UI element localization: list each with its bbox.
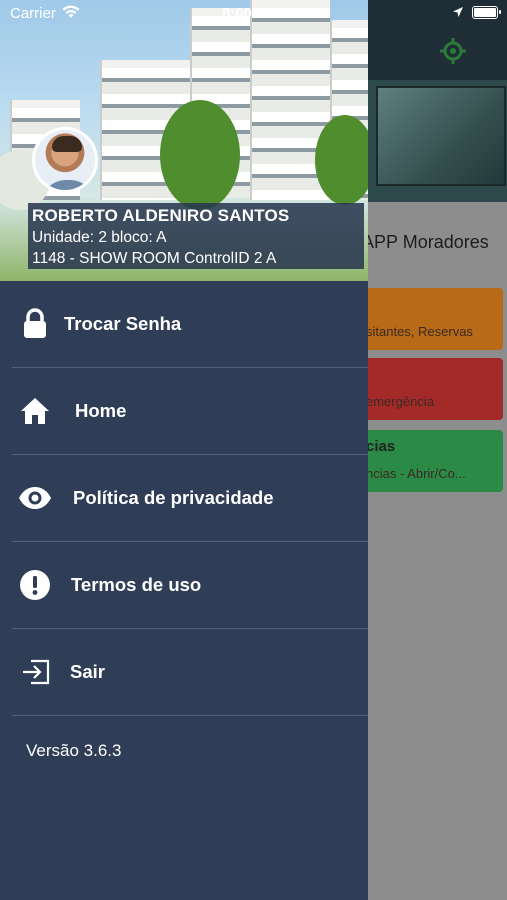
app-version: Versão 3.6.3 bbox=[26, 741, 122, 760]
menu-item-logout[interactable]: Sair bbox=[12, 629, 368, 716]
user-info: ROBERTO ALDENIRO SANTOS Unidade: 2 bloco… bbox=[28, 203, 364, 269]
emergency-card[interactable]: emergência bbox=[362, 358, 503, 420]
sign-out-icon bbox=[23, 659, 50, 685]
card-title: cias bbox=[366, 438, 396, 455]
card-subtitle: sitantes, Reservas bbox=[366, 324, 473, 339]
home-icon bbox=[21, 398, 49, 424]
menu-label: Home bbox=[75, 400, 127, 421]
drawer-header: ROBERTO ALDENIRO SANTOS Unidade: 2 bloco… bbox=[0, 0, 368, 281]
carrier-label: Carrier bbox=[10, 5, 56, 22]
drawer-menu: Trocar Senha Home Política de privacidad… bbox=[0, 281, 368, 716]
menu-item-home[interactable]: Home bbox=[12, 368, 368, 455]
side-drawer: ROBERTO ALDENIRO SANTOS Unidade: 2 bloco… bbox=[0, 0, 368, 900]
eye-icon bbox=[19, 487, 51, 509]
card-subtitle: ncias - Abrir/Co... bbox=[366, 466, 466, 481]
avatar bbox=[32, 127, 98, 193]
card-subtitle: emergência bbox=[366, 394, 434, 409]
app-banner-image bbox=[368, 80, 507, 202]
menu-label: Termos de uso bbox=[71, 574, 202, 595]
menu-item-terms-of-use[interactable]: Termos de uso bbox=[12, 542, 368, 629]
exclamation-circle-icon bbox=[20, 570, 50, 600]
user-name: ROBERTO ALDENIRO SANTOS bbox=[32, 206, 290, 225]
user-condo: 1148 - SHOW ROOM ControlID 2 A bbox=[32, 250, 277, 267]
wifi-icon bbox=[62, 5, 80, 18]
battery-icon bbox=[472, 6, 501, 19]
tree-image bbox=[315, 115, 368, 205]
visitors-card[interactable]: sitantes, Reservas bbox=[362, 288, 503, 350]
clock: 8:00 PM bbox=[222, 5, 279, 22]
status-bar: Carrier 8:00 PM bbox=[0, 0, 507, 26]
tree-image bbox=[160, 100, 240, 210]
location-arrow-icon bbox=[453, 7, 463, 17]
menu-label: Sair bbox=[70, 661, 105, 682]
menu-item-privacy-policy[interactable]: Política de privacidade bbox=[12, 455, 368, 542]
access-card[interactable]: cias ncias - Abrir/Co... bbox=[362, 430, 503, 492]
target-icon[interactable] bbox=[440, 38, 466, 64]
menu-label: Política de privacidade bbox=[73, 487, 274, 508]
user-unit: Unidade: 2 bloco: A bbox=[32, 229, 167, 246]
menu-item-change-password[interactable]: Trocar Senha bbox=[12, 281, 368, 368]
lock-icon bbox=[24, 308, 46, 338]
menu-label: Trocar Senha bbox=[64, 313, 182, 334]
app-title: APP Moradores bbox=[362, 232, 489, 252]
